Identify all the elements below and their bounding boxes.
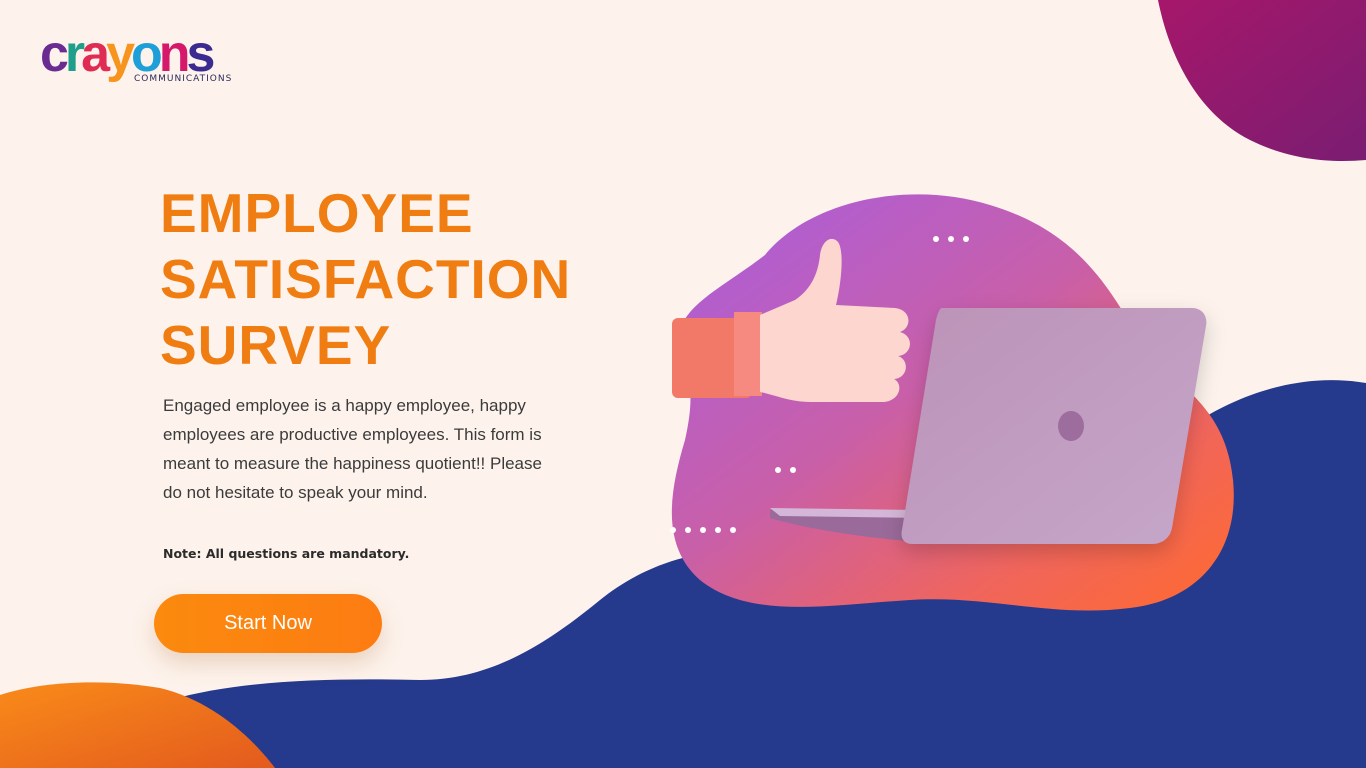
- logo-letter: a: [81, 25, 110, 83]
- title-line: SURVEY: [160, 314, 392, 376]
- logo-wordmark: crayons: [40, 25, 216, 83]
- crayons-logo[interactable]: crayons COMMUNICATIONS: [40, 28, 250, 90]
- page-title: EMPLOYEE SATISFACTION SURVEY: [160, 180, 571, 378]
- logo-letter: y: [106, 25, 135, 83]
- start-now-button[interactable]: Start Now: [154, 594, 382, 653]
- logo-letter: o: [131, 25, 163, 83]
- survey-illustration: [670, 194, 1234, 611]
- title-line: EMPLOYEE: [160, 182, 474, 244]
- logo-letter: c: [40, 25, 69, 83]
- title-line: SATISFACTION: [160, 248, 572, 310]
- logo-letter: s: [186, 25, 216, 83]
- mandatory-note: Note: All questions are mandatory.: [163, 546, 410, 561]
- logo-subtitle: COMMUNICATIONS: [134, 74, 233, 84]
- logo-letter: n: [158, 25, 191, 83]
- survey-description: Engaged employee is a happy employee, ha…: [163, 396, 542, 502]
- corner-blob-top-right: [1158, 0, 1366, 161]
- survey-landing-page: crayons COMMUNICATIONS EMPLOYEE SATISFAC…: [0, 0, 1366, 768]
- logo-letter: r: [64, 25, 85, 83]
